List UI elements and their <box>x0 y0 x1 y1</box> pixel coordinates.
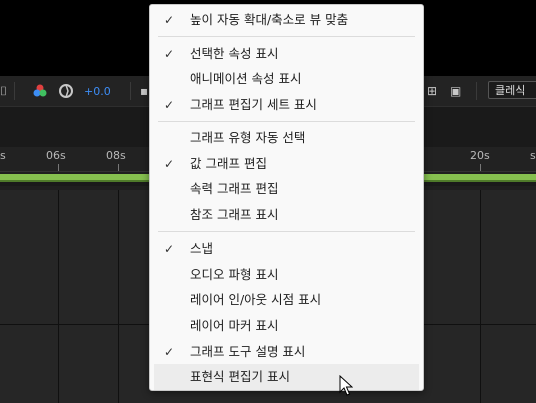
menu-separator <box>158 121 415 122</box>
checkmark-icon: ✓ <box>163 13 175 27</box>
menu-item-edit-value-graph[interactable]: ✓ 값 그래프 편집 <box>154 151 419 177</box>
ruler-tick <box>58 164 59 171</box>
checkmark-icon: ✓ <box>163 98 175 112</box>
ruler-tick <box>118 164 119 171</box>
ruler-tick <box>480 164 481 171</box>
menu-item-show-layer-in-out-points[interactable]: 레이어 인/아웃 시점 표시 <box>154 287 419 313</box>
checkmark-icon: ✓ <box>163 47 175 61</box>
menu-item-label: 레이어 인/아웃 시점 표시 <box>190 292 322 307</box>
exposure-value[interactable]: +0.0 <box>84 76 111 106</box>
menu-item-label: 표현식 편집기 표시 <box>190 369 290 384</box>
menu-item-show-expression-editor[interactable]: 표현식 편집기 표시 <box>154 364 419 390</box>
ruler-tick-label: 06s <box>46 149 66 162</box>
menu-item-auto-zoom-height[interactable]: ✓ 높이 자동 확대/축소로 뷰 맞춤 <box>154 7 419 33</box>
checkmark-icon: ✓ <box>163 157 175 171</box>
menu-item-auto-select-graph-type[interactable]: 그래프 유형 자동 선택 <box>154 125 419 151</box>
exposure-reset-icon[interactable] <box>58 76 74 106</box>
ruler-tick-label: s <box>530 149 536 162</box>
ruler-tick-label: 08s <box>106 149 126 162</box>
menu-item-label: 선택한 속성 표시 <box>190 46 279 61</box>
menu-item-show-graph-editor-set[interactable]: ✓ 그래프 편집기 세트 표시 <box>154 92 419 118</box>
camera-icon[interactable]: ▪ <box>140 76 148 106</box>
toolbar-divider <box>476 82 477 100</box>
ruler-tick-label: s <box>0 149 6 162</box>
grid-line <box>118 190 119 403</box>
menu-item-show-graph-tool-tips[interactable]: ✓ 그래프 도구 설명 표시 <box>154 339 419 365</box>
color-channels-icon[interactable] <box>32 76 48 106</box>
grid-view-icon[interactable]: ⊞ <box>427 76 437 106</box>
grid-line <box>58 190 59 403</box>
toolbar-divider <box>130 82 131 100</box>
menu-item-show-animated-properties[interactable]: 애니메이션 속성 표시 <box>154 66 419 92</box>
menu-item-label: 레이어 마커 표시 <box>190 318 279 333</box>
menu-item-show-selected-properties[interactable]: ✓ 선택한 속성 표시 <box>154 41 419 67</box>
toolbar-divider <box>14 82 15 100</box>
menu-item-label: 그래프 유형 자동 선택 <box>190 130 306 145</box>
menu-item-label: 그래프 도구 설명 표시 <box>190 344 306 359</box>
checkmark-icon: ✓ <box>163 345 175 359</box>
menu-item-label: 스냅 <box>190 241 214 256</box>
menu-separator <box>158 231 415 232</box>
menu-separator <box>158 36 415 37</box>
menu-item-label: 애니메이션 속성 표시 <box>190 71 302 86</box>
region-view-icon[interactable]: ▣ <box>450 76 461 106</box>
workspace-preset-label: 클레식 <box>495 84 526 97</box>
menu-item-label: 값 그래프 편집 <box>190 156 267 171</box>
grid-line <box>480 190 481 403</box>
menu-item-show-reference-graph[interactable]: 참조 그래프 표시 <box>154 202 419 228</box>
checkmark-icon: ✓ <box>163 242 175 256</box>
menu-item-show-audio-waveforms[interactable]: 오디오 파형 표시 <box>154 262 419 288</box>
menu-item-label: 참조 그래프 표시 <box>190 207 279 222</box>
workspace-preset-dropdown[interactable]: 클레식 <box>488 81 536 99</box>
toolbar-edge-icon[interactable]: ⌷ <box>0 76 7 106</box>
menu-item-snap[interactable]: ✓ 스냅 <box>154 236 419 262</box>
graph-editor-options-menu: ✓ 높이 자동 확대/축소로 뷰 맞춤 ✓ 선택한 속성 표시 애니메이션 속성… <box>149 4 424 391</box>
menu-item-show-layer-markers[interactable]: 레이어 마커 표시 <box>154 313 419 339</box>
menu-item-edit-speed-graph[interactable]: 속력 그래프 편집 <box>154 176 419 202</box>
mouse-cursor-icon <box>339 375 353 396</box>
menu-item-label: 오디오 파형 표시 <box>190 267 279 282</box>
menu-item-label: 속력 그래프 편집 <box>190 181 279 196</box>
menu-item-label: 높이 자동 확대/축소로 뷰 맞춤 <box>190 12 349 27</box>
ruler-tick-label: 20s <box>470 149 490 162</box>
menu-item-label: 그래프 편집기 세트 표시 <box>190 97 317 112</box>
